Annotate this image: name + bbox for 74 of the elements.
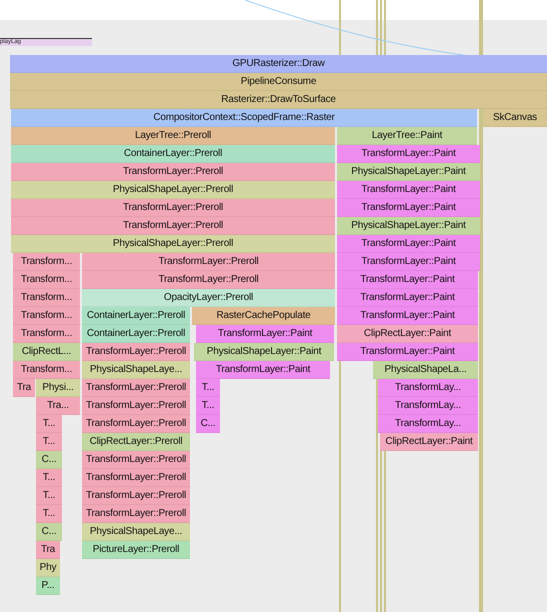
trace-slice[interactable]: TransformLayer::Paint xyxy=(337,289,478,307)
trace-slice[interactable]: PictureLayer::Preroll xyxy=(82,541,190,559)
trace-slice[interactable]: TransformLayer::Preroll xyxy=(82,253,335,271)
trace-slice[interactable]: Transform... xyxy=(13,307,80,325)
trace-slice[interactable]: T... xyxy=(36,469,62,487)
trace-slice[interactable]: ClipRectLayer::Preroll xyxy=(82,433,190,451)
trace-slice[interactable]: Rasterizer::DrawToSurface xyxy=(10,91,547,109)
trace-slice[interactable]: TransformLayer::Preroll xyxy=(82,451,190,469)
trace-slice[interactable]: LayerTree::Preroll xyxy=(11,127,335,145)
trace-slice[interactable]: TransformLay... xyxy=(378,397,478,415)
trace-slice[interactable]: PhysicalShapeLa... xyxy=(373,361,478,379)
trace-slice[interactable]: TransformLayer::Preroll xyxy=(82,469,190,487)
trace-slice[interactable]: GPURasterizer::Draw xyxy=(10,55,547,73)
trace-slice[interactable]: TransformLayer::Paint xyxy=(337,343,478,361)
trace-slice[interactable]: LayerTree::Paint xyxy=(337,127,477,145)
trace-slice[interactable]: C... xyxy=(36,451,62,469)
trace-slice[interactable]: PhysicalShapeLaye... xyxy=(82,523,190,541)
trace-slice[interactable]: TransformLayer::Preroll xyxy=(82,343,190,361)
trace-slice[interactable]: Transform... xyxy=(13,253,80,271)
trace-slice[interactable]: TransformLayer::Preroll xyxy=(82,487,190,505)
trace-slice[interactable]: ClipRectLayer::Paint xyxy=(380,433,478,451)
trace-slice[interactable]: TransformLayer::Preroll xyxy=(82,415,190,433)
trace-slice[interactable]: T... xyxy=(36,487,62,505)
trace-slice[interactable]: TransformLayer::Preroll xyxy=(82,379,190,397)
trace-slice[interactable]: TransformLayer::Paint xyxy=(337,271,478,289)
trace-slice[interactable]: C... xyxy=(196,415,220,433)
trace-slice[interactable]: ContainerLayer::Preroll xyxy=(82,325,190,343)
trace-slice[interactable]: Physi... xyxy=(36,379,80,397)
trace-slice[interactable]: Tra... xyxy=(36,397,80,415)
trace-slice[interactable]: PhysicalShapeLayer::Paint xyxy=(194,343,334,361)
trace-slice[interactable]: Transform... xyxy=(13,271,80,289)
trace-slice[interactable]: TransformLayer::Preroll xyxy=(11,163,335,181)
trace-slice[interactable]: Transform... xyxy=(13,289,80,307)
trace-slice[interactable]: T... xyxy=(196,397,220,415)
trace-slice[interactable]: RasterCachePopulate xyxy=(192,307,335,325)
trace-slice[interactable]: T... xyxy=(196,379,220,397)
trace-slice[interactable]: TransformLayer::Paint xyxy=(337,181,480,199)
trace-slice[interactable]: Tra xyxy=(13,379,35,397)
trace-slice[interactable]: Tra xyxy=(36,541,60,559)
trace-slice[interactable]: ClipRectLayer::Paint xyxy=(337,325,478,343)
trace-slice[interactable]: PhysicalShapeLaye... xyxy=(82,361,190,379)
trace-slice[interactable]: TransformLay... xyxy=(378,415,478,433)
trace-slice[interactable]: TransformLayer::Paint xyxy=(337,307,478,325)
trace-slice[interactable]: Transform... xyxy=(13,325,80,343)
trace-slice[interactable]: TransformLayer::Paint xyxy=(196,325,334,343)
trace-slice[interactable]: T... xyxy=(36,505,62,523)
trace-slice[interactable]: TransformLayer::Preroll xyxy=(11,199,335,217)
trace-slice[interactable]: TransformLayer::Paint xyxy=(337,145,480,163)
trace-slice[interactable]: TransformLayer::Preroll xyxy=(82,505,190,523)
trace-slice[interactable]: T... xyxy=(36,415,62,433)
trace-slice[interactable]: TransformLayer::Preroll xyxy=(82,271,335,289)
trace-slice[interactable]: PhysicalShapeLayer::Paint xyxy=(337,217,480,235)
trace-slice[interactable]: ClipRectL... xyxy=(13,343,80,361)
trace-slice[interactable]: ContainerLayer::Preroll xyxy=(82,307,190,325)
trace-slice[interactable]: TransformLayer::Paint xyxy=(337,235,480,253)
trace-slice[interactable]: TransformLay... xyxy=(378,379,478,397)
trace-slice[interactable]: PipelineConsume xyxy=(10,73,547,91)
trace-slice[interactable]: TransformLayer::Preroll xyxy=(82,397,190,415)
trace-slice[interactable]: OpacityLayer::Preroll xyxy=(82,289,335,307)
trace-slice[interactable]: Transform... xyxy=(13,361,80,379)
trace-slice[interactable]: T... xyxy=(36,433,62,451)
trace-slice[interactable]: PhysicalShapeLayer::Paint xyxy=(337,163,480,181)
trace-slice[interactable]: TransformLayer::Paint xyxy=(196,361,330,379)
trace-slice[interactable]: TransformLayer::Paint xyxy=(337,199,480,217)
trace-slice[interactable]: TransformLayer::Paint xyxy=(337,253,480,271)
trace-slice[interactable]: ContainerLayer::Preroll xyxy=(11,145,335,163)
trace-slice[interactable]: PhysicalShapeLayer::Preroll xyxy=(11,235,335,253)
trace-slice[interactable]: PhysicalShapeLayer::Preroll xyxy=(11,181,335,199)
trace-slice[interactable]: TransformLayer::Preroll xyxy=(11,217,335,235)
trace-slice[interactable]: CompositorContext::ScopedFrame::Raster xyxy=(11,109,477,127)
trace-slice[interactable]: C... xyxy=(36,523,62,541)
trace-slice[interactable]: SkCanvas xyxy=(483,109,547,127)
trace-slice[interactable]: Phy xyxy=(36,559,60,577)
trace-slice[interactable]: P... xyxy=(36,577,60,595)
